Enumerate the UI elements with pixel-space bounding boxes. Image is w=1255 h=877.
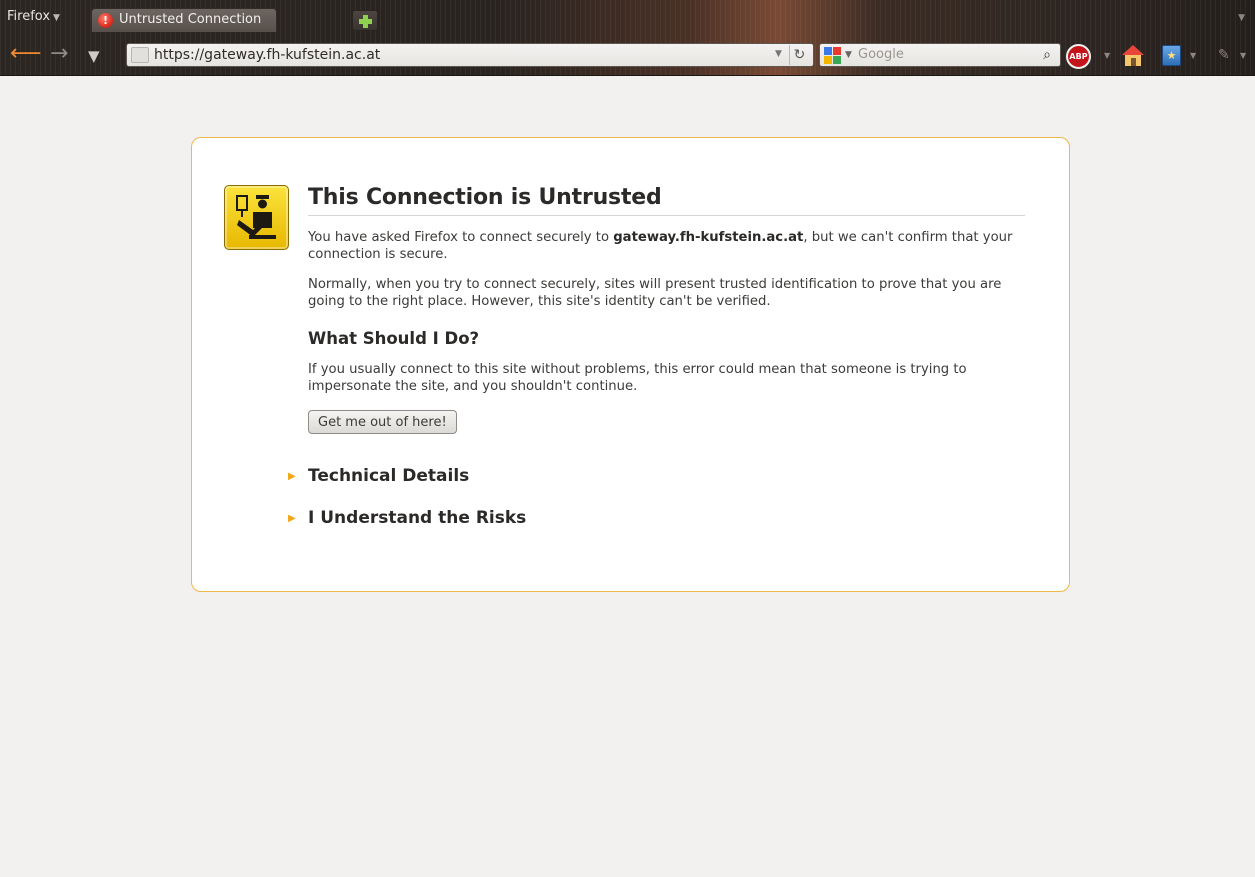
firefox-menu-label: Firefox	[7, 9, 51, 24]
what-should-i-do-text: If you usually connect to this site with…	[308, 362, 967, 394]
error-page-container: This Connection is Untrusted You have as…	[191, 137, 1070, 592]
navigation-toolbar: ⟵ → ▼ https://gateway.fh-kufstein.ac.at …	[0, 38, 1255, 72]
tab-bar: Firefox ▼ ! Untrusted Connection ▼	[0, 6, 1255, 32]
error-content: This Connection is Untrusted You have as…	[308, 185, 1025, 434]
get-me-out-button[interactable]: Get me out of here!	[308, 410, 457, 434]
understand-risks-expander[interactable]: ▶ I Understand the Risks	[288, 508, 527, 528]
browser-chrome: Firefox ▼ ! Untrusted Connection ▼ ⟵ → ▼ …	[0, 0, 1255, 76]
expand-arrow-icon: ▶	[288, 513, 296, 524]
intro-host: gateway.fh-kufstein.ac.at	[613, 230, 804, 245]
home-button[interactable]	[1121, 45, 1145, 67]
reload-button[interactable]: ↻	[789, 45, 809, 65]
tab-list-chevron-icon[interactable]: ▼	[1238, 13, 1245, 23]
url-bar[interactable]: https://gateway.fh-kufstein.ac.at ▼ ↻	[126, 43, 814, 67]
new-tab-button[interactable]	[352, 10, 378, 31]
tools-icon[interactable]: ✎	[1218, 47, 1230, 63]
adblock-plus-button[interactable]: ABP	[1066, 44, 1091, 69]
search-input[interactable]	[858, 47, 1028, 62]
understand-risks-label: I Understand the Risks	[308, 508, 527, 528]
bookmarks-dropdown-icon[interactable]: ▼	[1190, 51, 1196, 60]
history-dropdown-icon[interactable]: ▼	[775, 49, 782, 59]
tools-dropdown-icon[interactable]: ▼	[1240, 51, 1246, 60]
back-button[interactable]: ⟵	[10, 42, 42, 66]
url-text[interactable]: https://gateway.fh-kufstein.ac.at	[154, 47, 380, 63]
search-engine-dropdown-icon[interactable]: ▼	[845, 50, 852, 60]
adblock-label: ABP	[1069, 52, 1088, 61]
page-title: This Connection is Untrusted	[308, 185, 1025, 216]
forward-button[interactable]: →	[50, 42, 68, 66]
technical-details-label: Technical Details	[308, 466, 470, 486]
certificate-error-icon	[224, 185, 289, 250]
intro-before: You have asked Firefox to connect secure…	[308, 230, 614, 245]
technical-details-expander[interactable]: ▶ Technical Details	[288, 466, 470, 486]
search-bar[interactable]: ▼ ⌕	[819, 43, 1061, 67]
warning-icon: !	[98, 13, 113, 28]
adblock-dropdown-icon[interactable]: ▼	[1104, 51, 1110, 60]
intro-text: You have asked Firefox to connect secure…	[308, 229, 1025, 263]
search-icon[interactable]: ⌕	[1038, 46, 1056, 64]
explanation-text: Normally, when you try to connect secure…	[308, 277, 1002, 309]
tab-title: Untrusted Connection	[119, 12, 262, 27]
page-icon	[131, 47, 149, 63]
expand-arrow-icon: ▶	[288, 471, 296, 482]
chevron-down-icon: ▼	[53, 13, 60, 23]
tab-untrusted-connection[interactable]: ! Untrusted Connection	[91, 8, 277, 32]
identity-icon[interactable]: ▼	[88, 44, 100, 68]
firefox-menu-button[interactable]: Firefox ▼	[7, 9, 60, 24]
what-should-i-do-heading: What Should I Do?	[308, 329, 480, 348]
google-icon[interactable]	[824, 47, 841, 64]
bookmarks-button[interactable]: ★	[1162, 45, 1181, 66]
